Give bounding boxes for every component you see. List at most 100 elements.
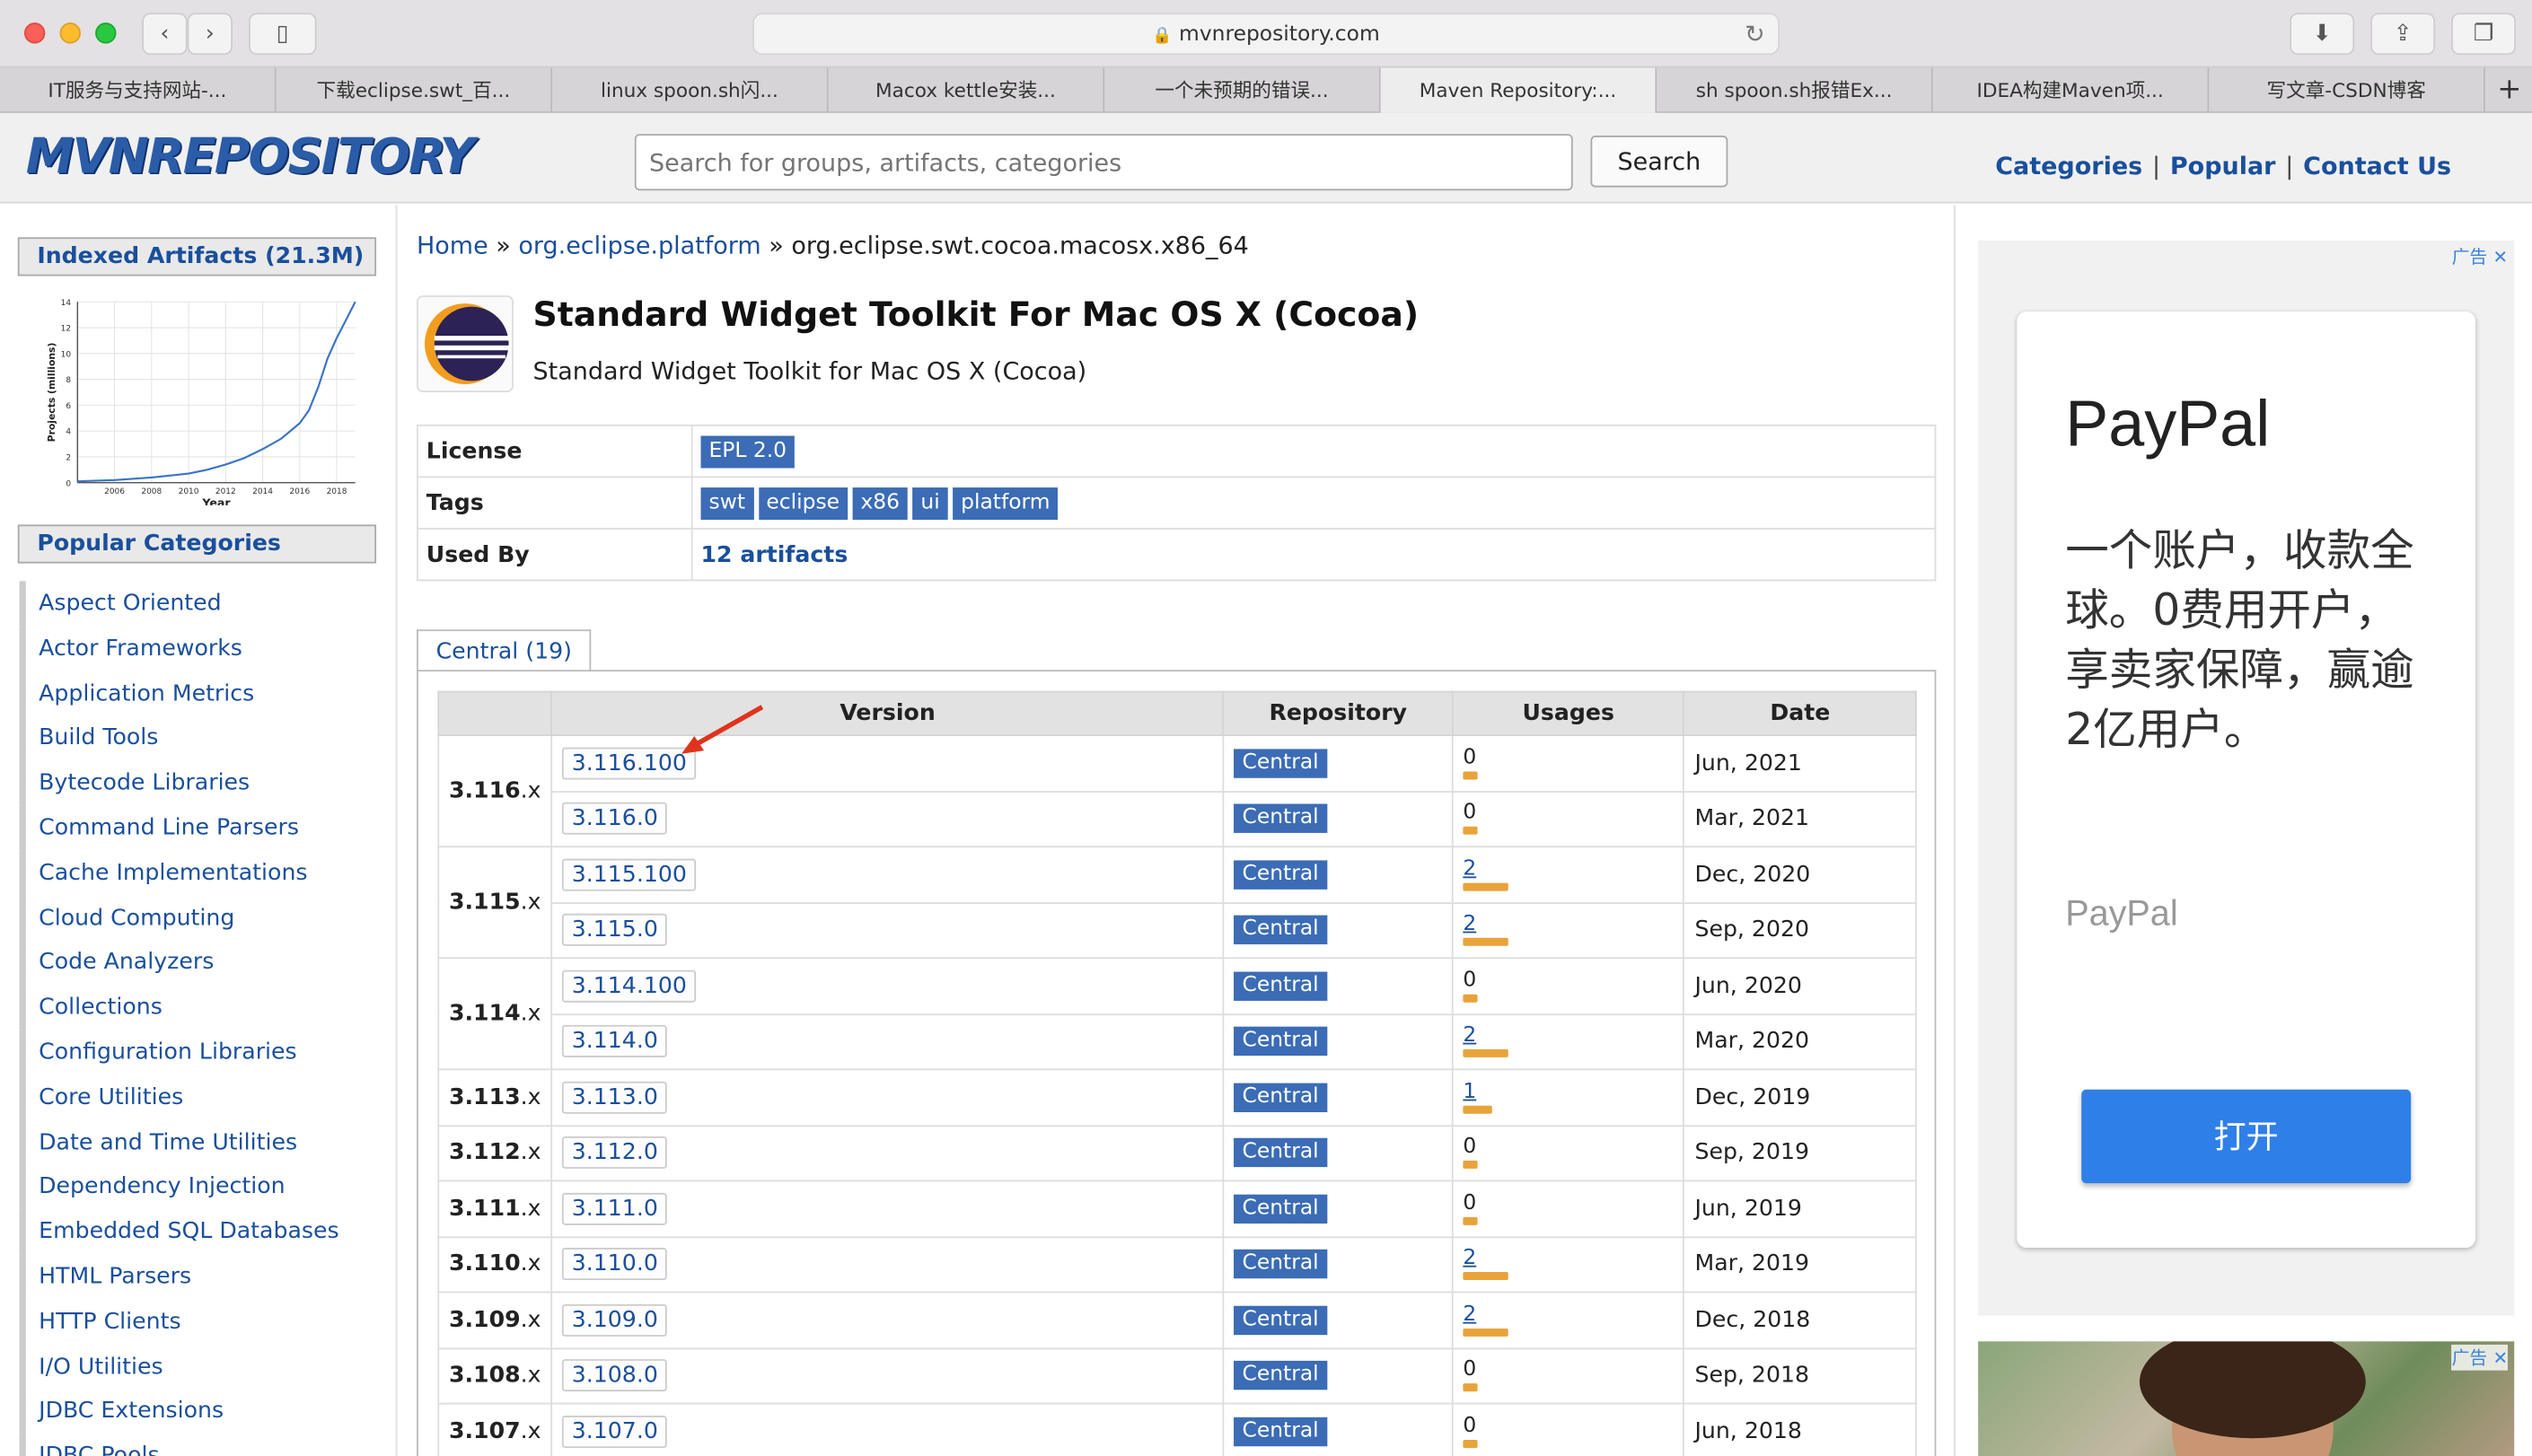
- tags-row: Tags swt eclipse x86 ui platform: [417, 476, 1937, 530]
- version-link[interactable]: 3.114.0: [561, 1025, 668, 1058]
- ad-open-button[interactable]: 打开: [2081, 1089, 2412, 1184]
- tag-badge[interactable]: x86: [852, 487, 909, 520]
- category-link[interactable]: HTML Parsers: [19, 1254, 391, 1300]
- downloads-button[interactable]: ⬇: [2290, 13, 2355, 56]
- share-button[interactable]: ⇪: [2370, 13, 2436, 56]
- browser-tab[interactable]: IT服务与支持网站-...: [0, 67, 277, 113]
- repository-badge[interactable]: Central: [1234, 1083, 1327, 1112]
- breadcrumb-group[interactable]: org.eclipse.platform: [518, 231, 760, 259]
- site-logo[interactable]: MVNREPOSITORY: [26, 129, 475, 186]
- category-link[interactable]: Application Metrics: [19, 671, 391, 716]
- repository-badge[interactable]: Central: [1234, 1361, 1327, 1390]
- repository-badge[interactable]: Central: [1234, 1138, 1327, 1168]
- category-link[interactable]: Date and Time Utilities: [19, 1119, 391, 1165]
- version-link[interactable]: 3.109.0: [561, 1303, 668, 1337]
- category-link[interactable]: Core Utilities: [19, 1074, 391, 1120]
- category-link[interactable]: Command Line Parsers: [19, 805, 391, 851]
- usedby-link[interactable]: 12 artifacts: [701, 541, 848, 567]
- usage-count[interactable]: 2: [1463, 1024, 1674, 1048]
- forward-button[interactable]: ›: [187, 13, 233, 56]
- category-link[interactable]: JDBC Pools: [19, 1434, 391, 1456]
- browser-tab[interactable]: 写文章-CSDN博客: [2209, 67, 2485, 113]
- tab-central[interactable]: Central (19): [417, 629, 592, 672]
- close-icon[interactable]: ✕: [2492, 247, 2508, 268]
- repository-badge[interactable]: Central: [1234, 1194, 1327, 1224]
- browser-tab[interactable]: Macox kettle安装...: [829, 67, 1105, 113]
- version-link[interactable]: 3.115.100: [561, 858, 697, 891]
- reload-icon[interactable]: ↻: [1745, 14, 1765, 55]
- usage-count[interactable]: 2: [1463, 913, 1674, 936]
- nav-categories[interactable]: Categories: [1995, 152, 2142, 180]
- paypal-ad[interactable]: 广告 ✕ PayPal 一个账户，收款全球。0费用开户，享卖家保障，赢逾2亿用户…: [1978, 240, 2515, 1316]
- version-link[interactable]: 3.108.0: [561, 1359, 668, 1392]
- search-button[interactable]: Search: [1590, 136, 1728, 188]
- category-link[interactable]: Build Tools: [19, 715, 391, 761]
- ad-close-2[interactable]: 广告 ✕: [2451, 1344, 2509, 1371]
- version-link[interactable]: 3.111.0: [561, 1192, 668, 1225]
- category-link[interactable]: Cloud Computing: [19, 895, 391, 941]
- tag-badge[interactable]: platform: [953, 487, 1059, 520]
- address-bar[interactable]: 🔒 mvnrepository.com ↻: [752, 13, 1780, 56]
- repository-badge[interactable]: Central: [1234, 803, 1327, 834]
- tab-overview-button[interactable]: ❐: [2451, 13, 2517, 56]
- repository-badge[interactable]: Central: [1234, 1305, 1327, 1335]
- photo-ad[interactable]: 广告 ✕: [1978, 1341, 2515, 1456]
- category-link[interactable]: JDBC Extensions: [19, 1389, 391, 1434]
- tag-badge[interactable]: ui: [912, 487, 948, 520]
- nav-contact[interactable]: Contact Us: [2303, 152, 2451, 180]
- category-link[interactable]: Bytecode Libraries: [19, 760, 391, 806]
- repository-badge[interactable]: Central: [1234, 1250, 1327, 1279]
- usage-count[interactable]: 2: [1463, 1248, 1674, 1270]
- browser-tab[interactable]: IDEA构建Maven项...: [1933, 67, 2210, 113]
- repository-badge[interactable]: Central: [1234, 1027, 1327, 1057]
- breadcrumb-home[interactable]: Home: [417, 231, 488, 259]
- tag-badge[interactable]: swt: [700, 487, 754, 520]
- browser-tab[interactable]: linux spoon.sh闪...: [552, 67, 829, 113]
- popular-categories-title[interactable]: Popular Categories: [17, 524, 377, 564]
- tag-badge[interactable]: eclipse: [758, 487, 848, 520]
- repository-badge[interactable]: Central: [1234, 1417, 1327, 1446]
- back-button[interactable]: ‹: [142, 13, 188, 56]
- category-link[interactable]: Collections: [19, 985, 391, 1031]
- license-badge[interactable]: EPL 2.0: [700, 434, 796, 468]
- repository-badge[interactable]: Central: [1234, 971, 1327, 1001]
- browser-tab[interactable]: sh spoon.sh报错Ex...: [1657, 67, 1933, 113]
- repository-badge[interactable]: Central: [1234, 916, 1327, 945]
- version-link[interactable]: 3.112.0: [561, 1136, 668, 1170]
- category-link[interactable]: Configuration Libraries: [19, 1030, 391, 1075]
- indexed-artifacts-title[interactable]: Indexed Artifacts (21.3M): [17, 237, 377, 276]
- repository-badge[interactable]: Central: [1234, 860, 1327, 890]
- category-link[interactable]: Code Analyzers: [19, 940, 391, 986]
- browser-tab[interactable]: Maven Repository:...: [1380, 67, 1657, 113]
- version-link[interactable]: 3.116.0: [561, 803, 668, 836]
- version-link[interactable]: 3.115.0: [561, 914, 668, 947]
- sidebar-toggle-button[interactable]: ▯: [248, 13, 317, 56]
- version-link[interactable]: 3.107.0: [561, 1415, 668, 1448]
- category-link[interactable]: I/O Utilities: [19, 1344, 391, 1390]
- new-tab-icon[interactable]: +: [2487, 68, 2532, 113]
- category-link[interactable]: Aspect Oriented: [19, 581, 391, 627]
- usage-count[interactable]: 1: [1463, 1080, 1674, 1103]
- version-link[interactable]: 3.113.0: [561, 1081, 668, 1114]
- version-link[interactable]: 3.114.100: [561, 969, 697, 1003]
- search-input[interactable]: [634, 134, 1573, 191]
- repository-badge[interactable]: Central: [1234, 748, 1327, 778]
- browser-tab[interactable]: 下载eclipse.swt_百...: [277, 67, 553, 113]
- close-icon[interactable]: ✕: [2492, 1348, 2508, 1369]
- version-link[interactable]: 3.110.0: [561, 1248, 668, 1281]
- ad-close[interactable]: 广告 ✕: [2452, 244, 2508, 270]
- category-link[interactable]: Embedded SQL Databases: [19, 1209, 391, 1255]
- minimize-window-button[interactable]: [59, 22, 81, 44]
- maximize-window-button[interactable]: [95, 22, 117, 44]
- usage-count[interactable]: 2: [1463, 857, 1674, 881]
- category-link[interactable]: Actor Frameworks: [19, 626, 391, 671]
- category-link[interactable]: Dependency Injection: [19, 1164, 391, 1210]
- version-link[interactable]: 3.116.100: [561, 747, 697, 780]
- nav-popular[interactable]: Popular: [2170, 152, 2276, 180]
- category-link[interactable]: HTTP Clients: [19, 1299, 391, 1345]
- usage-count[interactable]: 2: [1463, 1303, 1674, 1327]
- chart-x-tick: 2016: [289, 487, 310, 496]
- browser-tab[interactable]: 一个未预期的错误...: [1104, 67, 1381, 113]
- category-link[interactable]: Cache Implementations: [19, 850, 391, 896]
- close-window-button[interactable]: [23, 22, 46, 44]
